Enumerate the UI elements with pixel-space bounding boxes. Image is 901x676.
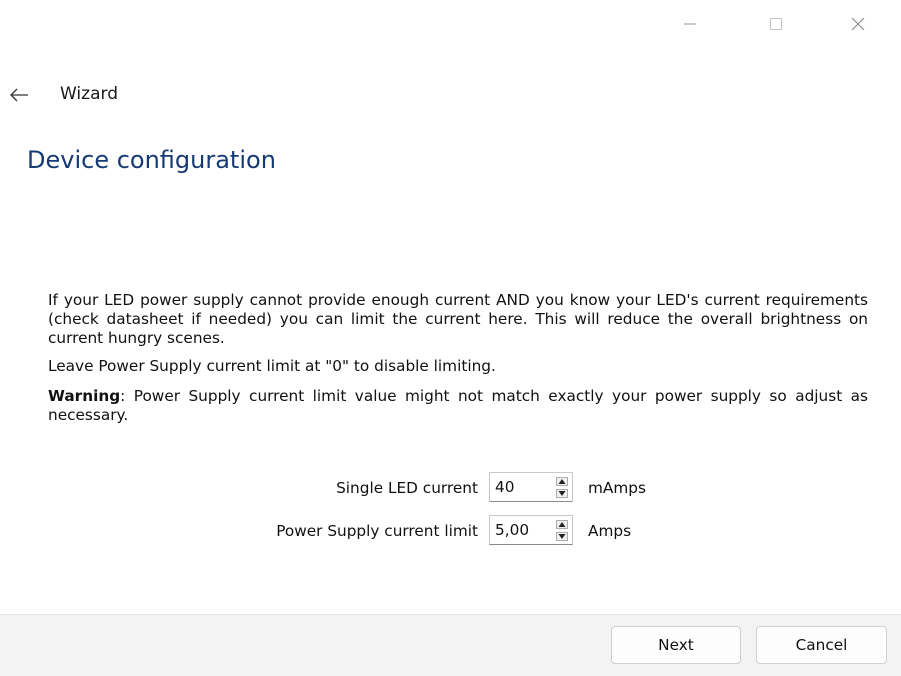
title-bar [0,0,901,52]
spin-up-icon[interactable] [555,519,569,529]
single-led-current-label: Single LED current [336,479,478,497]
single-led-unit: mAmps [588,479,646,497]
psu-current-limit-label: Power Supply current limit [276,522,478,540]
spin-down-icon[interactable] [555,531,569,541]
warning-label: Warning [48,387,121,405]
warning-text: : Power Supply current limit value might… [48,387,868,424]
page-title: Device configuration [27,146,276,174]
warning-paragraph: Warning: Power Supply current limit valu… [48,387,868,425]
spin-up-icon[interactable] [555,476,569,486]
next-button[interactable]: Next [611,626,741,664]
close-icon[interactable] [835,0,881,48]
psu-current-limit-spinbox[interactable] [489,515,573,545]
spin-arrows [555,519,569,541]
arrow-left-icon[interactable] [6,83,32,107]
cancel-button[interactable]: Cancel [756,626,887,664]
spin-down-icon[interactable] [555,488,569,498]
minimize-icon[interactable] [667,0,713,48]
single-led-current-input[interactable] [490,473,550,501]
single-led-current-spinbox[interactable] [489,472,573,502]
wizard-label: Wizard [60,84,118,104]
psu-current-limit-unit: Amps [588,522,632,540]
spin-arrows [555,476,569,498]
maximize-icon[interactable] [753,0,799,48]
info-paragraph: If your LED power supply cannot provide … [48,291,868,347]
disable-hint-paragraph: Leave Power Supply current limit at "0" … [48,357,496,375]
psu-current-limit-input[interactable] [490,516,550,544]
description-text: If your LED power supply cannot provide … [48,291,868,425]
